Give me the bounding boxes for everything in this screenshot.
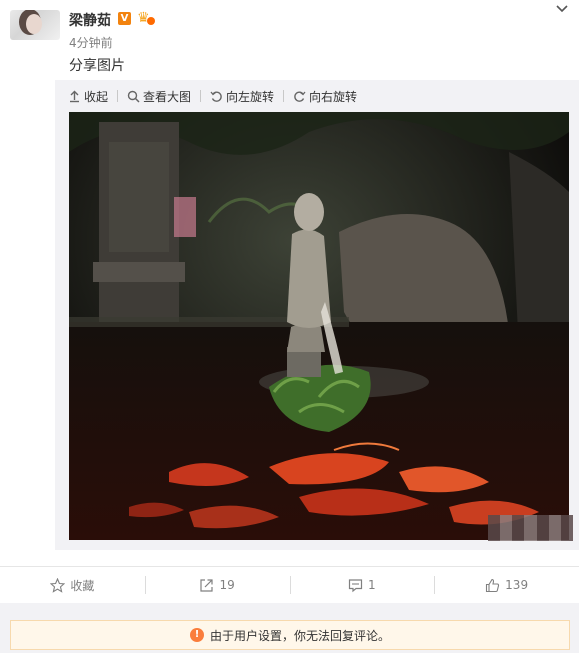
repost-button[interactable]: 19 [144,567,290,603]
comment-count: 1 [368,578,376,592]
toolbar-divider [117,90,119,102]
avatar[interactable] [10,10,60,40]
media-toolbar: 收起 查看大图 向左旋转 向右旋转 [68,88,357,104]
weibo-post: 梁静茹 V ♛ 4分钟前 分享图片 收起 查看大图 向左旋转 向右旋转 收藏 1… [0,0,579,653]
magnifier-icon [127,90,140,103]
share-icon [200,578,214,592]
repost-count: 19 [219,578,235,592]
rotate-right-icon [294,91,306,102]
post-timestamp[interactable]: 4分钟前 [69,34,113,51]
toolbar-divider [283,90,285,102]
rotate-left-icon [210,91,222,102]
notice-text: 由于用户设置，你无法回复评论。 [209,628,390,643]
collapse-button[interactable]: 收起 [68,88,108,105]
member-crown-icon[interactable]: ♛ [137,10,155,26]
like-count: 139 [505,578,529,592]
favorite-label: 收藏 [70,578,95,593]
watermark [488,515,573,541]
verified-badge-icon[interactable]: V [118,12,131,25]
like-button[interactable]: 139 [434,567,579,603]
post-text: 分享图片 [69,58,125,74]
collapse-label: 收起 [84,89,109,104]
toolbar-divider [200,90,202,102]
star-icon [50,577,66,593]
chevron-down-icon[interactable] [555,2,569,16]
collapse-icon [70,90,79,102]
rotate-left-label: 向左旋转 [226,89,275,104]
warning-icon: ! [189,628,204,642]
rotate-right-label: 向右旋转 [309,89,358,104]
rotate-right-button[interactable]: 向右旋转 [293,88,357,105]
action-bar: 收藏 19 1 139 [0,567,579,603]
username[interactable]: 梁静茹 [69,10,111,30]
rotate-left-button[interactable]: 向左旋转 [210,88,274,105]
comment-disabled-notice: ! 由于用户设置，你无法回复评论。 [10,620,570,650]
thumbs-up-icon [486,578,500,592]
post-photo[interactable] [69,112,569,540]
comment-icon [348,578,363,592]
view-large-label: 查看大图 [143,89,192,104]
comment-button[interactable]: 1 [289,567,435,603]
favorite-button[interactable]: 收藏 [0,567,145,603]
view-large-button[interactable]: 查看大图 [127,88,191,105]
